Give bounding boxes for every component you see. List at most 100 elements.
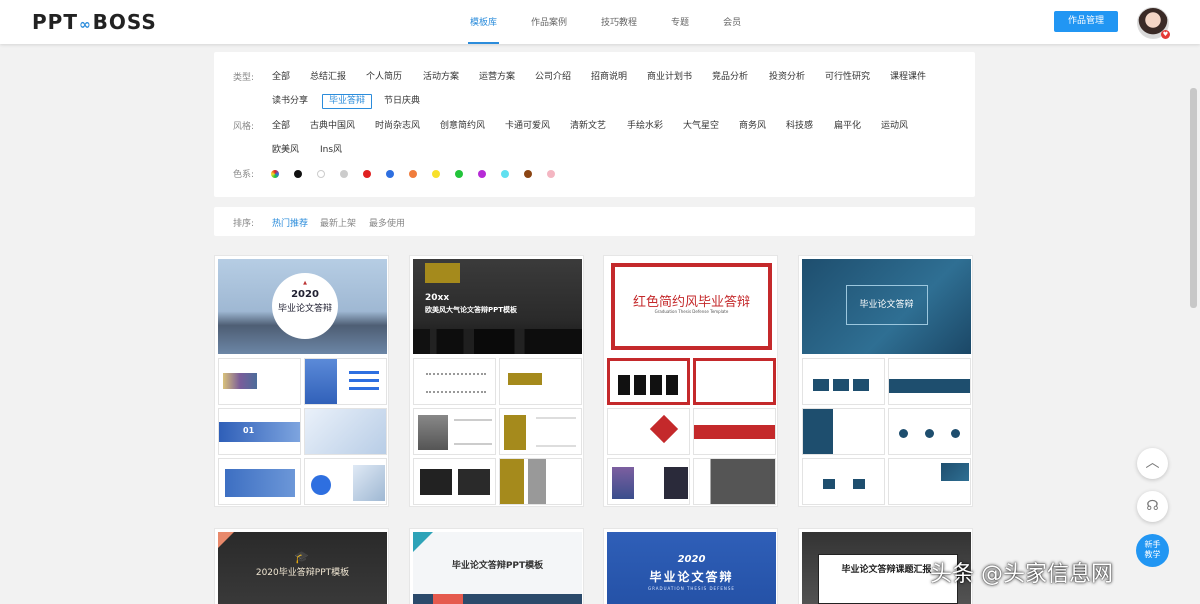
template-card[interactable]: 20xx 欧美风大气论文答辩PPT模板 <box>409 255 584 507</box>
slide-thumb <box>802 358 885 405</box>
slide-thumb <box>499 358 582 405</box>
card-year: 2020 <box>677 554 706 565</box>
type-option[interactable]: 总结汇报 <box>310 70 346 84</box>
type-option[interactable]: 公司介绍 <box>535 70 571 84</box>
sort-option-popular[interactable]: 热门推荐 <box>272 216 308 229</box>
sort-option-newest[interactable]: 最新上架 <box>320 216 356 229</box>
sort-label: 排序: <box>233 219 255 229</box>
card-title: 红色简约风毕业答辩 <box>632 295 750 310</box>
template-card[interactable]: 毕业论文答辩PPT模板 <box>409 528 584 604</box>
style-option[interactable]: 科技感 <box>786 119 813 133</box>
school-emblem-icon: ▲ <box>303 280 307 286</box>
template-preview-hero: 2020 毕业论文答辩 GRADUATION THESIS DEFENSE <box>607 532 776 604</box>
template-card[interactable]: ▲ 2020 毕业论文答辩 01 <box>214 255 389 507</box>
card-title: 毕业论文答辩 <box>859 300 914 310</box>
style-option[interactable]: 运动风 <box>881 119 908 133</box>
color-swatch[interactable] <box>501 170 509 178</box>
color-swatch[interactable] <box>524 170 532 178</box>
slide-thumb <box>218 458 301 505</box>
type-option-selected[interactable]: 毕业答辩 <box>322 93 373 109</box>
type-option[interactable]: 商业计划书 <box>647 70 692 84</box>
slide-thumb <box>218 358 301 405</box>
type-option[interactable]: 课程课件 <box>890 70 926 84</box>
type-option[interactable]: 运营方案 <box>479 70 515 84</box>
app-root: PPT∞BOSS 模板库 作品案例 技巧教程 专题 会员 作品管理 ♥ 类型: … <box>0 0 1200 604</box>
nav-item-tutorials[interactable]: 技巧教程 <box>589 0 649 44</box>
page-scrollbar-thumb[interactable] <box>1190 88 1197 308</box>
nav-item-template-library[interactable]: 模板库 <box>458 0 509 44</box>
logo-text-right: BOSS <box>92 10 157 34</box>
color-swatch[interactable] <box>409 170 417 178</box>
watermark-text: 头条 @头家信息网 <box>930 562 1113 587</box>
style-option[interactable]: 商务风 <box>739 119 766 133</box>
title-circle: ▲ 2020 毕业论文答辩 <box>272 273 338 339</box>
slide-thumb <box>304 458 387 505</box>
template-preview-hero: 🎓 2020毕业答辩PPT模板 <box>218 532 387 604</box>
type-option[interactable]: 节日庆典 <box>384 94 420 108</box>
color-swatch-all[interactable] <box>271 170 279 178</box>
style-option[interactable]: 全部 <box>272 119 290 133</box>
work-management-button[interactable]: 作品管理 <box>1054 11 1118 32</box>
card-title: 欧美风大气论文答辩PPT模板 <box>425 306 518 314</box>
slide-thumb <box>499 408 582 455</box>
type-option[interactable]: 招商说明 <box>591 70 627 84</box>
sort-option-most-used[interactable]: 最多使用 <box>369 216 405 229</box>
style-option[interactable]: 创意简约风 <box>440 119 485 133</box>
type-label: 类型: <box>233 73 255 83</box>
style-option[interactable]: 清新文艺 <box>570 119 606 133</box>
template-preview-hero: ▲ 2020 毕业论文答辩 <box>218 259 387 354</box>
newbie-tutorial-button[interactable]: 新手 教学 <box>1136 534 1169 567</box>
template-preview-hero: 红色简约风毕业答辩 Graduation Thesis Defense Temp… <box>607 259 776 354</box>
color-swatch[interactable] <box>386 170 394 178</box>
template-card[interactable]: 红色简约风毕业答辩 Graduation Thesis Defense Temp… <box>603 255 778 507</box>
color-swatch[interactable] <box>294 170 302 178</box>
type-option[interactable]: 竞品分析 <box>712 70 748 84</box>
color-swatch[interactable] <box>547 170 555 178</box>
slide-thumb <box>413 458 496 505</box>
type-option[interactable]: 读书分享 <box>272 94 308 108</box>
type-option[interactable]: 个人简历 <box>366 70 402 84</box>
style-option[interactable]: 卡通可爱风 <box>505 119 550 133</box>
color-swatch[interactable] <box>363 170 371 178</box>
back-to-top-button[interactable]: ︿ <box>1137 448 1168 479</box>
style-option[interactable]: 时尚杂志风 <box>375 119 420 133</box>
slide-thumb <box>304 408 387 455</box>
top-header: PPT∞BOSS 模板库 作品案例 技巧教程 专题 会员 作品管理 ♥ <box>0 0 1200 44</box>
graduation-cap-icon: 🎓 <box>294 550 309 564</box>
section-number: 01 <box>243 426 255 435</box>
card-year: 2020 <box>291 289 319 300</box>
template-card[interactable]: 毕业论文答辩 <box>798 255 973 507</box>
nav-item-membership[interactable]: 会员 <box>711 0 753 44</box>
style-option[interactable]: Ins风 <box>320 143 342 157</box>
ppt-boss-logo[interactable]: PPT∞BOSS <box>32 10 157 34</box>
slide-thumb <box>693 458 776 505</box>
type-option[interactable]: 投资分析 <box>769 70 805 84</box>
style-option[interactable]: 古典中国风 <box>310 119 355 133</box>
style-option[interactable]: 手绘水彩 <box>627 119 663 133</box>
card-title: 毕业论文答辩 <box>277 304 332 314</box>
customer-service-headset-icon[interactable]: ☊ <box>1137 491 1168 522</box>
slide-thumb <box>607 358 690 405</box>
slide-thumb: 01 <box>218 408 301 455</box>
thumbnail-grid: 01 <box>218 358 387 505</box>
color-swatch[interactable] <box>317 170 325 178</box>
slide-thumb <box>413 358 496 405</box>
slide-thumb <box>607 458 690 505</box>
nav-item-showcase[interactable]: 作品案例 <box>519 0 579 44</box>
newbie-tutorial-line1: 新手 <box>1144 540 1161 549</box>
type-option[interactable]: 可行性研究 <box>825 70 870 84</box>
template-card[interactable]: 🎓 2020毕业答辩PPT模板 <box>214 528 389 604</box>
color-swatch[interactable] <box>432 170 440 178</box>
type-option[interactable]: 全部 <box>272 70 290 84</box>
heart-badge-icon: ♥ <box>1161 30 1170 39</box>
color-swatch[interactable] <box>478 170 486 178</box>
type-option[interactable]: 活动方案 <box>423 70 459 84</box>
style-option[interactable]: 扁平化 <box>834 119 861 133</box>
nav-item-topics[interactable]: 专题 <box>659 0 701 44</box>
template-card[interactable]: 2020 毕业论文答辩 GRADUATION THESIS DEFENSE <box>603 528 778 604</box>
color-swatch[interactable] <box>340 170 348 178</box>
style-option[interactable]: 大气星空 <box>683 119 719 133</box>
color-filter-row: 色系: <box>214 166 975 182</box>
style-option[interactable]: 欧美风 <box>272 143 299 157</box>
color-swatch[interactable] <box>455 170 463 178</box>
